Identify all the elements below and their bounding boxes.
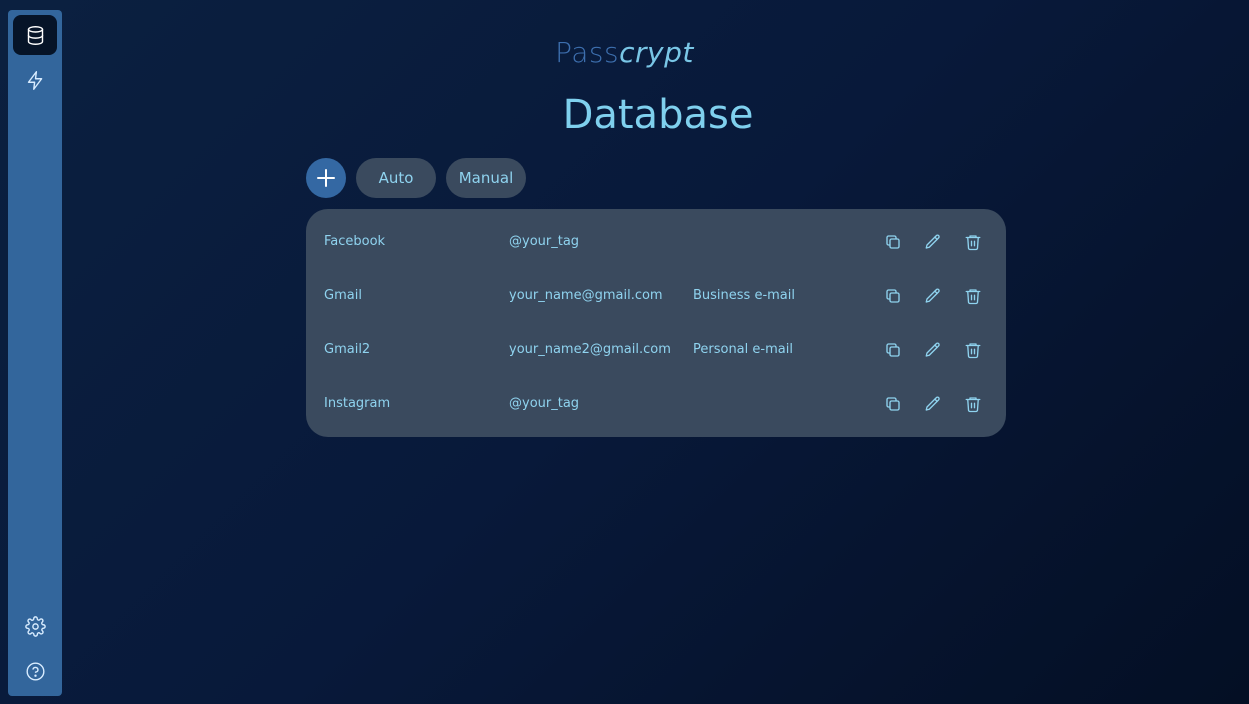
edit-button[interactable]	[920, 229, 946, 255]
app-logo: Passcrypt	[0, 36, 1249, 69]
copy-icon	[886, 289, 900, 303]
pencil-icon	[925, 396, 940, 411]
table-row: Gmail your_name@gmail.com Business e-mai…	[306, 269, 1006, 323]
trash-icon	[965, 289, 981, 305]
manual-button[interactable]: Manual	[446, 158, 526, 198]
auto-button[interactable]: Auto	[356, 158, 436, 198]
entry-note: Personal e-mail	[693, 342, 793, 357]
entry-name: Facebook	[324, 234, 386, 249]
logo-pass: Pass	[555, 36, 620, 69]
table-row: Instagram @your_tag	[306, 377, 1006, 431]
delete-button[interactable]	[960, 391, 986, 417]
edit-button[interactable]	[920, 391, 946, 417]
trash-icon	[965, 397, 981, 413]
delete-button[interactable]	[960, 229, 986, 255]
table-row: Facebook @your_tag	[306, 215, 1006, 269]
entry-name: Gmail2	[324, 342, 371, 357]
entry-name: Instagram	[324, 396, 391, 411]
delete-button[interactable]	[960, 337, 986, 363]
entry-username: your_name2@gmail.com	[509, 342, 671, 357]
trash-icon	[965, 235, 981, 251]
entry-username: @your_tag	[509, 396, 580, 411]
table-row: Gmail2 your_name2@gmail.com Personal e-m…	[306, 323, 1006, 377]
entry-name: Gmail	[324, 288, 362, 303]
copy-button[interactable]	[880, 229, 906, 255]
delete-button[interactable]	[960, 283, 986, 309]
copy-button[interactable]	[880, 337, 906, 363]
copy-icon	[886, 397, 900, 411]
gear-icon	[24, 615, 46, 637]
pencil-icon	[925, 342, 940, 357]
lightning-icon	[27, 70, 42, 90]
copy-icon	[886, 235, 900, 249]
page-title: Database	[562, 92, 754, 138]
copy-button[interactable]	[880, 283, 906, 309]
pencil-icon	[925, 234, 940, 249]
trash-icon	[965, 343, 981, 359]
edit-button[interactable]	[920, 337, 946, 363]
help-icon	[25, 661, 45, 681]
logo-crypt: crypt	[619, 36, 694, 69]
entry-username: @your_tag	[509, 234, 580, 249]
pencil-icon	[925, 288, 940, 303]
add-entry-button[interactable]	[306, 158, 346, 198]
entry-username: your_name@gmail.com	[509, 288, 663, 303]
sidebar-item-settings[interactable]	[13, 606, 57, 646]
entries-table: Facebook @your_tag Gmail your_name@gmail…	[306, 209, 1006, 437]
edit-button[interactable]	[920, 283, 946, 309]
sidebar-item-help[interactable]	[13, 651, 57, 691]
entry-note: Business e-mail	[693, 288, 796, 303]
copy-button[interactable]	[880, 391, 906, 417]
plus-icon	[317, 169, 335, 187]
copy-icon	[886, 343, 900, 357]
